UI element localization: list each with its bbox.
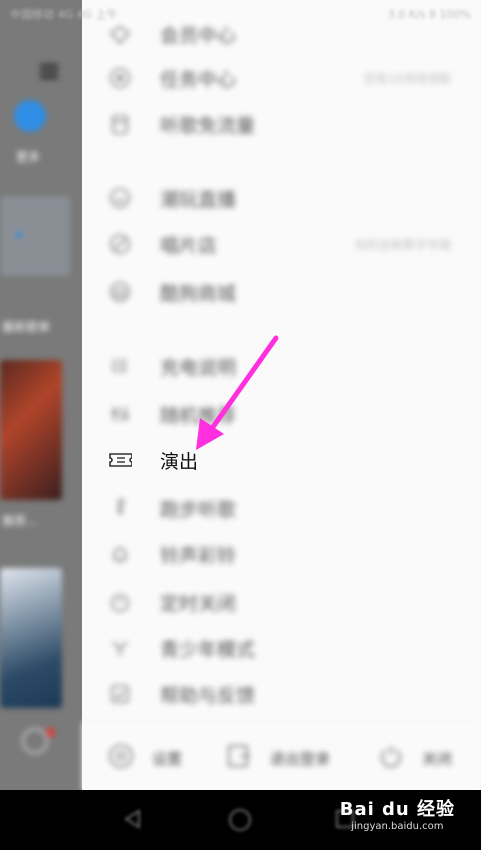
- menu-label: 随机推荐: [160, 404, 237, 427]
- power-icon: [378, 743, 404, 773]
- home-icon[interactable]: [228, 808, 252, 836]
- bell-icon: [108, 542, 132, 566]
- sim-card-icon: [108, 112, 132, 136]
- playlist-cover-2[interactable]: [0, 568, 62, 708]
- playlist-cover-1[interactable]: [0, 360, 62, 500]
- youth-icon: [108, 636, 132, 660]
- menu-item-help[interactable]: 帮助与反馈: [82, 674, 481, 714]
- status-right: 3.0 K/s 8 100%: [387, 7, 471, 21]
- menu-item-shows[interactable]: 演出: [82, 440, 481, 480]
- section-title: 最新歌单: [2, 320, 51, 334]
- gear-icon: [108, 743, 134, 773]
- menu-icon[interactable]: [40, 64, 58, 80]
- more-label: 更多: [16, 150, 41, 164]
- close-label: 关闭: [422, 749, 453, 768]
- close-button[interactable]: 关闭: [378, 743, 452, 773]
- status-bar: 中国移动 4G 4G 上午 3.0 K/s 8 100%: [0, 0, 481, 28]
- menu-label: 帮助与反馈: [160, 684, 256, 707]
- menu-item-charging[interactable]: 充电说明: [82, 346, 481, 386]
- menu-item-ringtone[interactable]: 铃声彩铃: [82, 534, 481, 574]
- menu-label: 青少年模式: [160, 638, 256, 661]
- menu-label: 演出: [160, 450, 199, 473]
- menu-item-mall[interactable]: 酷狗商城: [82, 272, 481, 312]
- timer-icon: [108, 590, 132, 614]
- shop-icon: [108, 280, 132, 304]
- side-drawer: 会员中心 任务中心 您有10项待领取 听歌免流量 潮玩直播 唱片店 你的全新数字…: [82, 0, 481, 790]
- back-icon[interactable]: [122, 808, 144, 834]
- settings-button[interactable]: 设置: [108, 743, 182, 773]
- menu-label: 听歌免流量: [160, 114, 256, 137]
- menu-label: 跑步听歌: [160, 498, 237, 521]
- menu-label: 定时关闭: [160, 592, 237, 615]
- menu-item-free-data[interactable]: 听歌免流量: [82, 104, 481, 144]
- vinyl-icon: [108, 232, 132, 256]
- more-icon[interactable]: [14, 100, 46, 132]
- list-icon: [108, 354, 132, 378]
- baidu-jingyan-watermark: Bai du 经验 jingyan.baidu.com: [340, 795, 455, 832]
- background-card: [0, 196, 70, 276]
- live-icon: [108, 186, 132, 210]
- menu-hint: 您有10项待领取: [363, 71, 451, 86]
- ticket-icon: [108, 448, 132, 472]
- running-icon: [108, 496, 132, 520]
- playlist-caption: 推荐...: [2, 514, 38, 528]
- menu-label: 唱片店: [160, 234, 218, 257]
- equalizer-icon: [108, 402, 132, 426]
- logout-label: 退出登录: [270, 749, 331, 768]
- logout-icon: [226, 743, 252, 773]
- task-icon: [108, 66, 132, 90]
- indicator-dot: [16, 232, 22, 238]
- background-app: 更多 最新歌单 推荐...: [0, 0, 82, 790]
- menu-item-youth-mode[interactable]: 青少年模式: [82, 628, 481, 668]
- drawer-bottom-bar: 设置 退出登录 关闭: [82, 722, 481, 790]
- menu-label: 铃声彩铃: [160, 544, 237, 567]
- menu-item-record-store[interactable]: 唱片店 你的全新数字专辑: [82, 224, 481, 264]
- menu-item-random[interactable]: 随机推荐: [82, 394, 481, 434]
- menu-label: 任务中心: [160, 68, 237, 91]
- status-left: 中国移动 4G 4G 上午: [10, 8, 118, 21]
- menu-item-live[interactable]: 潮玩直播: [82, 178, 481, 218]
- help-icon: [108, 682, 132, 706]
- menu-label: 充电说明: [160, 356, 237, 379]
- logout-button[interactable]: 退出登录: [226, 743, 330, 773]
- menu-item-timer[interactable]: 定时关闭: [82, 582, 481, 622]
- avatar-icon[interactable]: [22, 728, 48, 754]
- menu-label: 酷狗商城: [160, 282, 237, 305]
- menu-item-running[interactable]: 跑步听歌: [82, 488, 481, 528]
- watermark-brand: Bai du 经验: [339, 799, 455, 820]
- menu-hint: 你的全新数字专辑: [354, 237, 451, 252]
- menu-item-tasks[interactable]: 任务中心 您有10项待领取: [82, 58, 481, 98]
- menu-label: 潮玩直播: [160, 188, 237, 211]
- watermark-url: jingyan.baidu.com: [351, 821, 444, 832]
- notification-badge: [46, 728, 55, 737]
- settings-label: 设置: [152, 749, 183, 768]
